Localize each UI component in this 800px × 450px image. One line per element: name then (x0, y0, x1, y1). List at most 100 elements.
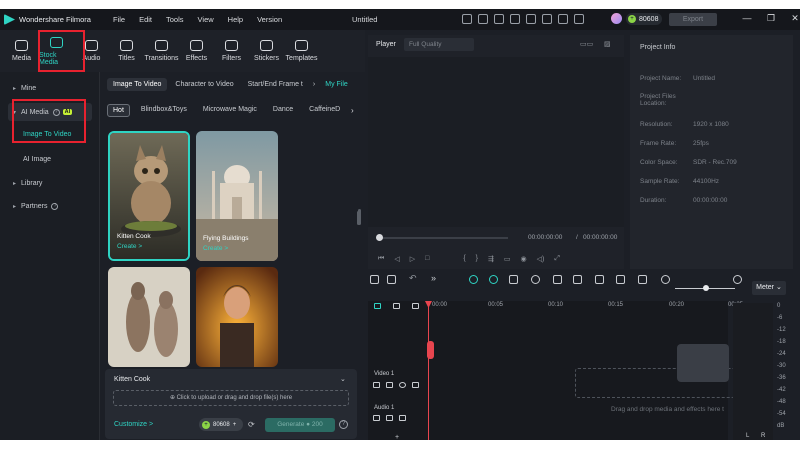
restore-icon[interactable]: ❐ (761, 13, 781, 24)
image-icon[interactable] (616, 275, 625, 284)
meter-dropdown[interactable]: Meter ⌄ (752, 281, 786, 295)
step-back-icon[interactable]: ◁ (394, 255, 399, 263)
menu-tools[interactable]: Tools (166, 15, 184, 24)
chip-hot[interactable]: Hot (107, 104, 130, 117)
generate-button[interactable]: Generate ● 200 (265, 418, 335, 432)
save-icon[interactable] (526, 14, 536, 24)
template-tile-fire-portrait[interactable] (196, 267, 278, 367)
tab-start-end-frame[interactable]: Start/End Frame t (242, 78, 309, 91)
stop-icon[interactable]: □ (425, 255, 429, 263)
compare-icon[interactable]: ▭▭ (580, 40, 593, 48)
track-settings-icon[interactable] (412, 303, 419, 309)
select-icon[interactable] (387, 275, 396, 284)
tab-image-to-video[interactable]: Image To Video (107, 78, 168, 91)
fit-icon[interactable] (638, 275, 647, 284)
quality-dropdown[interactable]: Full Quality (404, 38, 474, 51)
export-button[interactable]: Export (669, 13, 717, 26)
create-link[interactable]: Create > (203, 245, 228, 252)
sidebar-item-partners[interactable]: ▸ Partners ? (8, 197, 92, 215)
tab-character-to-video[interactable]: Character to Video (169, 78, 239, 91)
volume-icon[interactable]: ◁) (537, 255, 545, 263)
zoom-out-icon[interactable] (661, 275, 670, 284)
customize-link[interactable]: Customize > (114, 421, 153, 428)
fullscreen-icon[interactable]: ⤢ (554, 255, 560, 263)
mark-in-icon[interactable]: { (463, 255, 465, 263)
panel-resize-handle[interactable] (358, 209, 361, 225)
shield-icon[interactable] (553, 275, 562, 284)
sidebar-item-ai-image[interactable]: AI Image (23, 156, 51, 163)
folder-icon[interactable] (373, 415, 380, 421)
support-icon[interactable] (558, 14, 568, 24)
sidebar-item-library[interactable]: ▸ Library (8, 174, 92, 192)
chevron-right-icon[interactable]: › (351, 106, 354, 115)
share-icon[interactable] (510, 14, 520, 24)
tab-stickers[interactable]: Stickers (249, 32, 284, 70)
tab-templates[interactable]: Templates (284, 32, 319, 70)
add-track-icon[interactable] (393, 303, 400, 309)
zoom-in-icon[interactable] (733, 275, 742, 284)
seek-bar[interactable] (378, 237, 508, 239)
menu-edit[interactable]: Edit (139, 15, 152, 24)
ai-mate-icon[interactable] (469, 275, 478, 284)
volume-icon[interactable] (386, 382, 393, 388)
send-icon[interactable] (478, 14, 488, 24)
playhead[interactable] (428, 301, 429, 440)
menu-help[interactable]: Help (228, 15, 243, 24)
lock-icon[interactable] (399, 415, 406, 421)
chip-caffeine[interactable]: CaffeineD (304, 104, 345, 117)
eye-icon[interactable] (399, 382, 406, 388)
play-icon[interactable]: ▷ (410, 255, 415, 263)
minimize-icon[interactable]: — (737, 13, 757, 24)
menu-view[interactable]: View (198, 15, 214, 24)
tab-effects[interactable]: Effects (179, 32, 214, 70)
tab-filters[interactable]: Filters (214, 32, 249, 70)
magnet-icon[interactable] (489, 275, 498, 284)
cloud-icon[interactable] (542, 14, 552, 24)
layout-icon[interactable] (370, 275, 379, 284)
template-tile-flying-buildings[interactable]: Flying Buildings Create > (196, 131, 278, 261)
snapshot-icon[interactable]: ▨ (604, 40, 611, 48)
zoom-slider-handle[interactable] (703, 285, 709, 291)
monitor-icon[interactable] (494, 14, 504, 24)
help-icon[interactable]: ? (339, 420, 348, 429)
lock-icon[interactable] (412, 382, 419, 388)
refresh-icon[interactable]: ⟳ (248, 420, 255, 429)
seek-handle[interactable] (376, 234, 383, 241)
mark-out-icon[interactable]: } (476, 255, 478, 263)
close-icon[interactable]: ✕ (785, 13, 800, 24)
undo-icon[interactable]: ↶ (409, 273, 417, 284)
volume-icon[interactable] (386, 415, 393, 421)
link-icon[interactable] (374, 303, 381, 309)
gift-icon[interactable] (462, 14, 472, 24)
prev-frame-icon[interactable]: ⏮ (378, 255, 384, 263)
create-link[interactable]: Create > (117, 243, 142, 250)
folder-icon[interactable] (373, 382, 380, 388)
add-icon[interactable]: + (233, 422, 237, 428)
template-tile-animals[interactable] (108, 267, 190, 367)
tab-media[interactable]: Media (4, 32, 39, 70)
chip-dance[interactable]: Dance (268, 104, 298, 117)
help-icon[interactable]: ? (51, 202, 59, 210)
split-icon[interactable] (509, 275, 518, 284)
my-file-link[interactable]: My File (319, 78, 354, 91)
tab-transitions[interactable]: Transitions (144, 32, 179, 70)
subtitle-icon[interactable] (595, 275, 604, 284)
mic-icon[interactable] (573, 275, 582, 284)
display-icon[interactable]: ▭ (504, 255, 511, 263)
chip-blindbox-toys[interactable]: Blindbox&Toys (136, 104, 192, 117)
chevron-down-icon[interactable]: ⌄ (340, 375, 346, 383)
avatar[interactable] (611, 13, 622, 24)
tab-titles[interactable]: Titles (109, 32, 144, 70)
menu-file[interactable]: File (113, 15, 125, 24)
menu-version[interactable]: Version (257, 15, 282, 24)
sidebar-item-mine[interactable]: ▸ Mine (8, 79, 92, 97)
chip-microwave-magic[interactable]: Microwave Magic (198, 104, 262, 117)
playhead-grip[interactable] (427, 341, 434, 359)
template-tile-kitten-cook[interactable]: Kitten Cook Create > (108, 131, 190, 261)
upload-dropzone[interactable]: ⊕ Click to upload or drag and drop file(… (113, 390, 349, 406)
camera-icon[interactable]: ◉ (521, 255, 527, 263)
render-icon[interactable]: ⇶ (488, 255, 494, 263)
credits-badge[interactable]: + 80608 (626, 13, 663, 25)
add-track-icon[interactable]: + (395, 434, 399, 440)
marker-icon[interactable] (531, 275, 540, 284)
